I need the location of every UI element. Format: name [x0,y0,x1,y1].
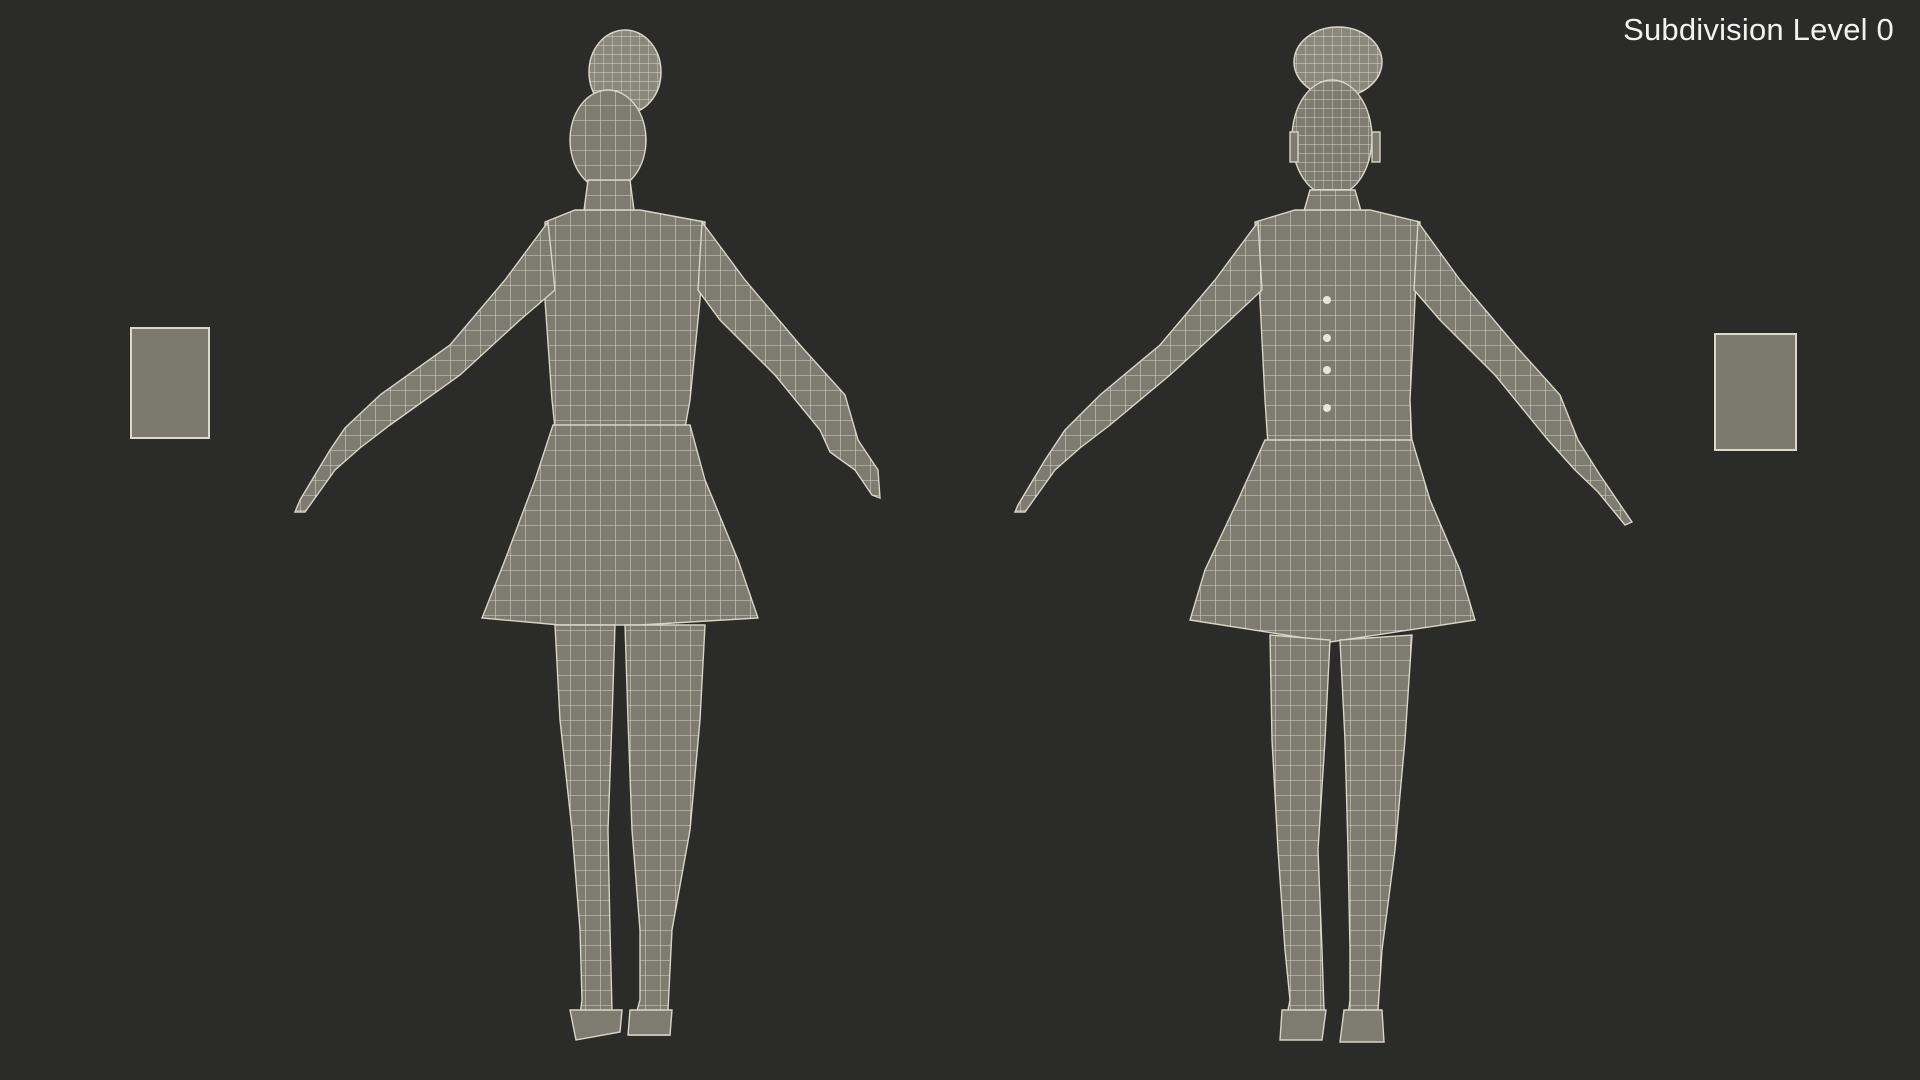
wireframe-figure-back-icon[interactable] [293,29,881,1041]
3d-viewport[interactable]: Subdivision Level 0 [0,0,1920,1080]
scene-canvas [130,26,1797,1043]
wireframe-figure-front-icon[interactable] [1013,26,1634,1043]
reference-plane-right[interactable] [1714,333,1797,451]
reference-plane-left[interactable] [130,327,210,439]
